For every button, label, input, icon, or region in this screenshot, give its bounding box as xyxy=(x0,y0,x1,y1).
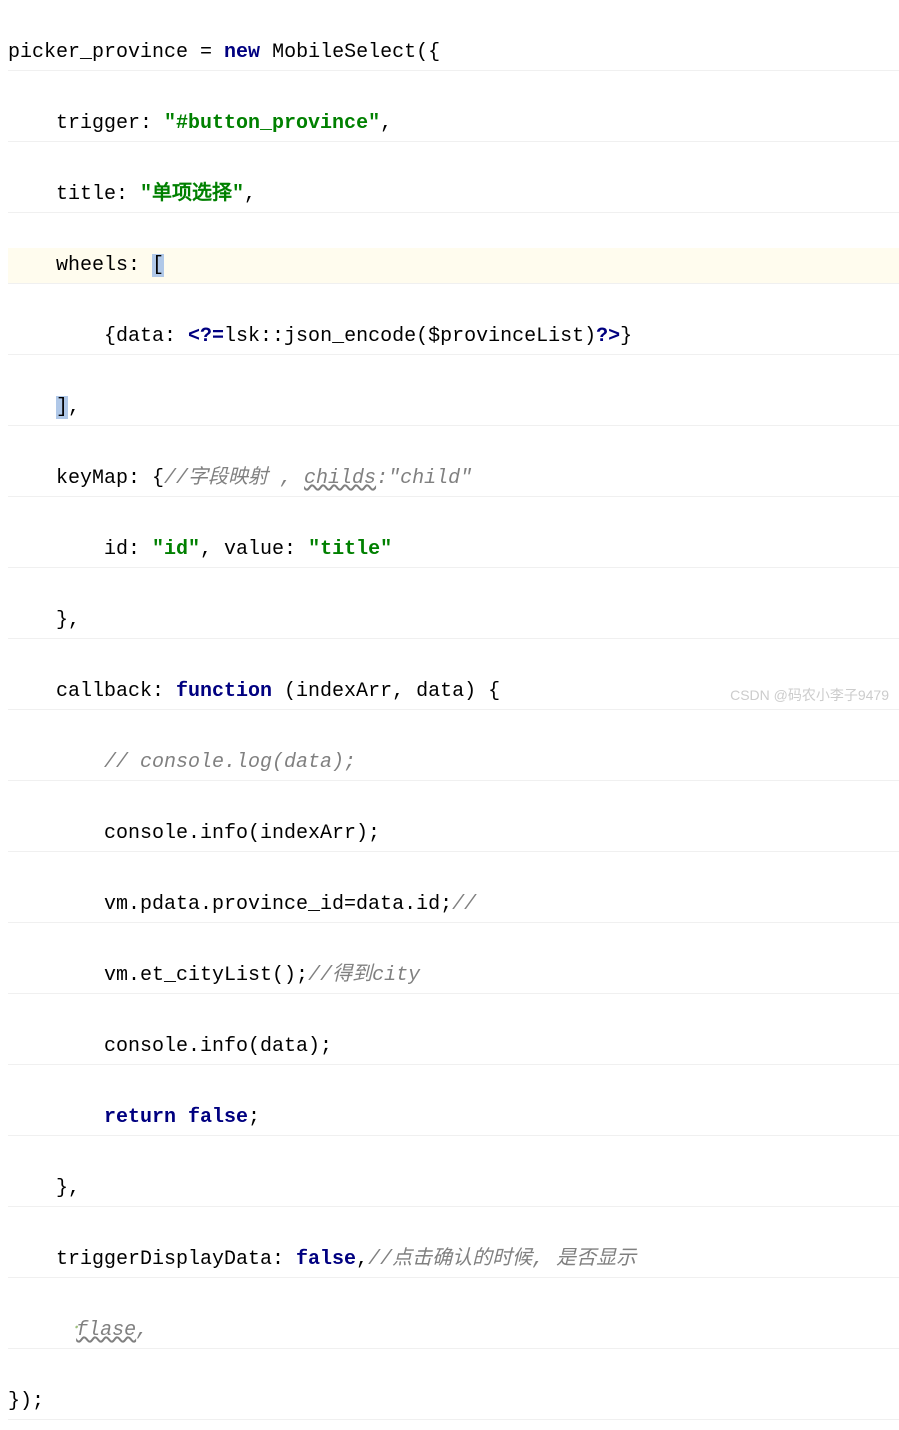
code-line: picker_province = new MobileSelect({ xyxy=(8,35,899,71)
code-line: }, xyxy=(8,603,899,639)
code-line: console.info(indexArr); xyxy=(8,816,899,852)
code-line: }); xyxy=(8,1384,899,1420)
code-line: title: "单项选择", xyxy=(8,177,899,213)
code-line: vm.et_cityList();//得到city xyxy=(8,958,899,994)
typo-icon: ᠂ xyxy=(68,1319,76,1342)
code-line: ], xyxy=(8,390,899,426)
code-line: }, xyxy=(8,1171,899,1207)
bracket-selected-close: ] xyxy=(56,396,68,419)
code-line: keyMap: {//字段映射 , childs:"child" xyxy=(8,461,899,497)
code-editor[interactable]: picker_province = new MobileSelect({ tri… xyxy=(0,0,899,1430)
code-line: id: "id", value: "title" xyxy=(8,532,899,568)
code-line: {data: <?=lsk::json_encode($provinceList… xyxy=(8,319,899,355)
code-line-highlighted: wheels: [ xyxy=(8,248,899,284)
code-line: return false; xyxy=(8,1100,899,1136)
code-line: trigger: "#button_province", xyxy=(8,106,899,142)
watermark: CSDN @码农小李子9479 xyxy=(730,683,889,708)
code-line: // console.log(data); xyxy=(8,745,899,781)
code-line: ᠂flase, xyxy=(8,1313,899,1349)
bracket-selected-open: [ xyxy=(152,254,164,277)
code-line: triggerDisplayData: false,//点击确认的时候, 是否显… xyxy=(8,1242,899,1278)
code-line: vm.pdata.province_id=data.id;// xyxy=(8,887,899,923)
code-line: console.info(data); xyxy=(8,1029,899,1065)
